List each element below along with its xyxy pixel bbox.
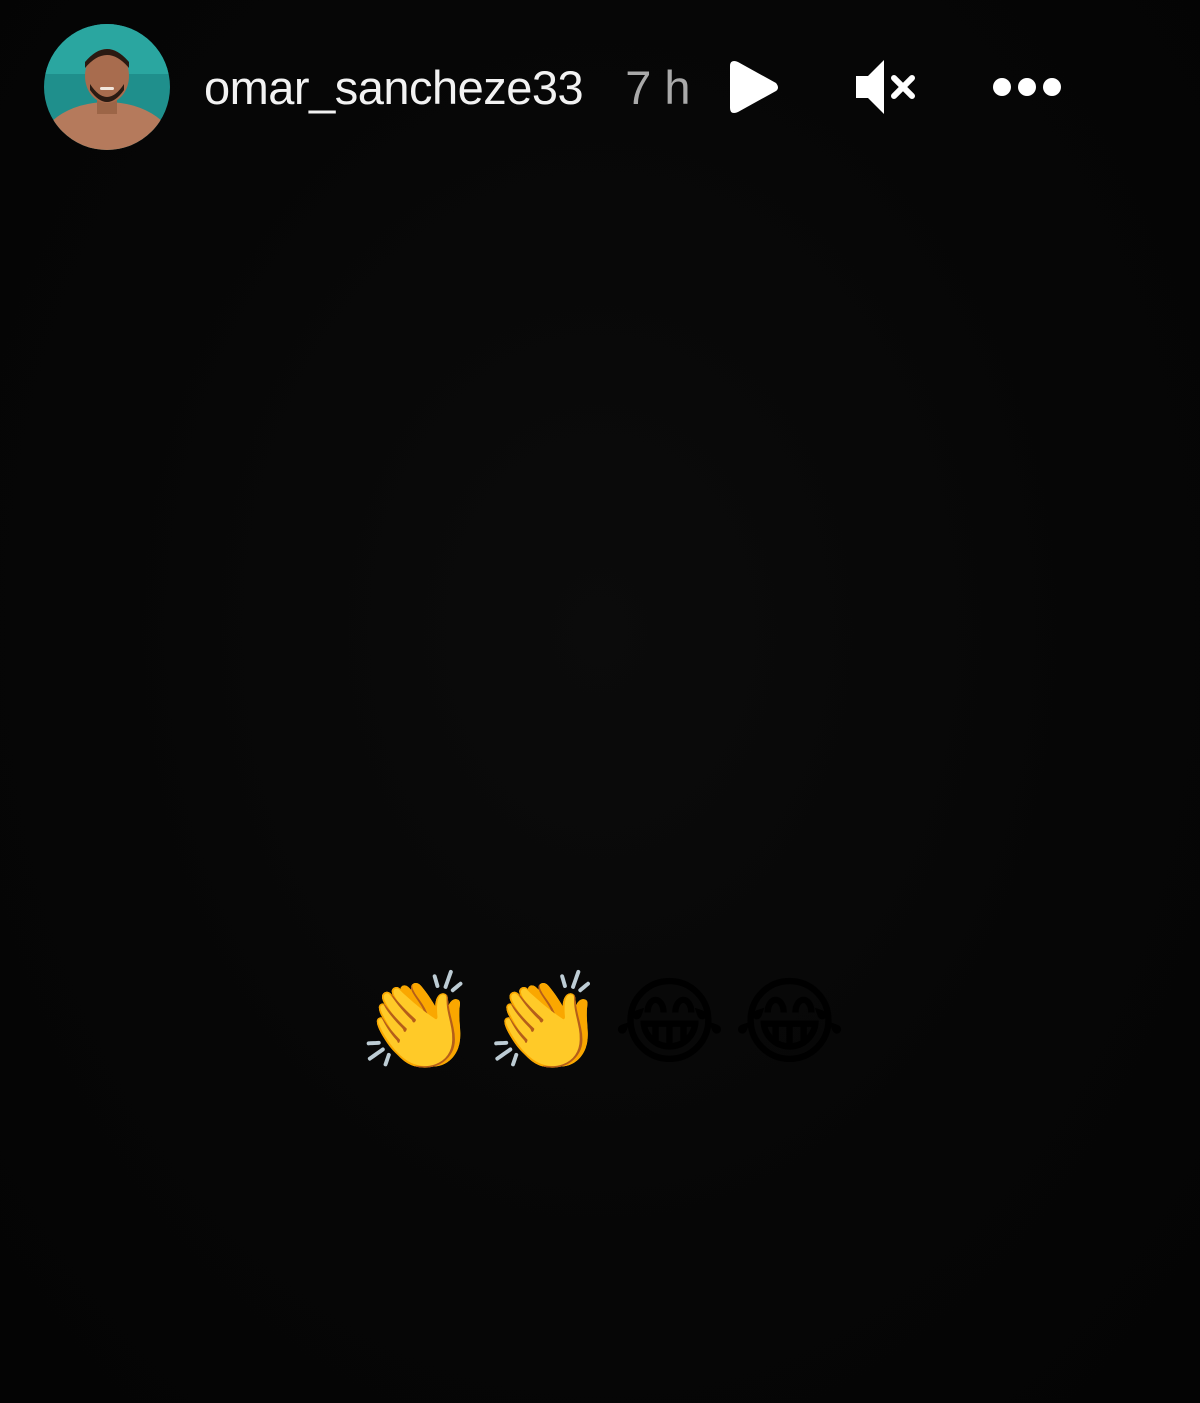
speaker-muted-icon bbox=[855, 60, 915, 114]
story-header: omar_sancheze33 7 h bbox=[44, 22, 1140, 152]
avatar-image bbox=[44, 24, 170, 150]
story-viewer: omar_sancheze33 7 h 👏👏😂😂 bbox=[0, 0, 1200, 1403]
more-options-button[interactable] bbox=[991, 67, 1063, 107]
timestamp: 7 h bbox=[625, 60, 691, 114]
username-link[interactable]: omar_sancheze33 bbox=[204, 60, 584, 115]
avatar[interactable] bbox=[44, 24, 170, 150]
mute-button[interactable] bbox=[853, 56, 919, 118]
play-icon bbox=[729, 61, 778, 113]
play-button[interactable] bbox=[727, 56, 783, 118]
more-options-icon bbox=[992, 78, 1061, 96]
story-caption-emojis: 👏👏😂😂 bbox=[358, 966, 854, 1078]
